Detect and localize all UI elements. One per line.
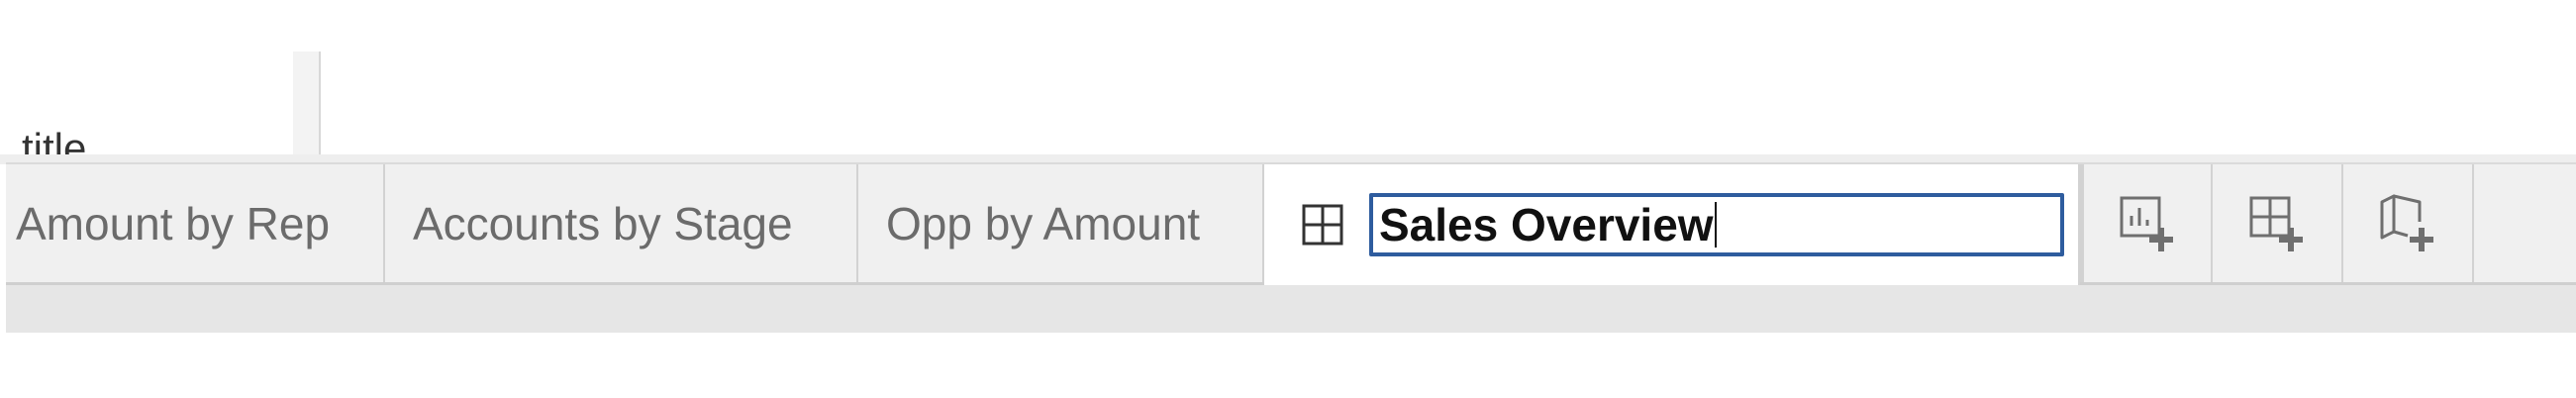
tab-label: Amount by Rep xyxy=(16,197,331,249)
new-worksheet-button[interactable] xyxy=(2080,164,2213,282)
tab-opp-by-amount[interactable]: Opp by Amount xyxy=(858,164,1264,282)
dashboard-grid-icon xyxy=(1302,204,1343,246)
field-list-panel: title xyxy=(0,51,295,171)
tab-label: Accounts by Stage xyxy=(413,197,793,249)
tab-rename-input[interactable]: Sales Overview xyxy=(1369,193,2064,256)
workbook-window: title Amount by Rep Accounts by Stage Op… xyxy=(0,0,2576,398)
status-bar xyxy=(6,285,2576,333)
new-story-icon xyxy=(2380,194,2433,251)
tab-label: Opp by Amount xyxy=(886,197,1201,249)
tab-amount-by-rep[interactable]: Amount by Rep xyxy=(6,164,385,282)
new-dashboard-icon xyxy=(2249,196,2303,251)
text-caret xyxy=(1714,202,1717,248)
new-dashboard-button[interactable] xyxy=(2213,164,2343,282)
tab-accounts-by-stage[interactable]: Accounts by Stage xyxy=(385,164,858,282)
new-story-button[interactable] xyxy=(2343,164,2474,282)
sheet-tab-bar: Amount by Rep Accounts by Stage Opp by A… xyxy=(6,162,2576,285)
rename-text: Sales Overview xyxy=(1379,199,1714,250)
tab-bar-empty-space xyxy=(2474,164,2576,282)
panel-splitter[interactable] xyxy=(293,51,321,160)
new-worksheet-icon xyxy=(2120,196,2173,251)
tab-sales-overview[interactable]: Sales Overview xyxy=(1264,164,2080,285)
